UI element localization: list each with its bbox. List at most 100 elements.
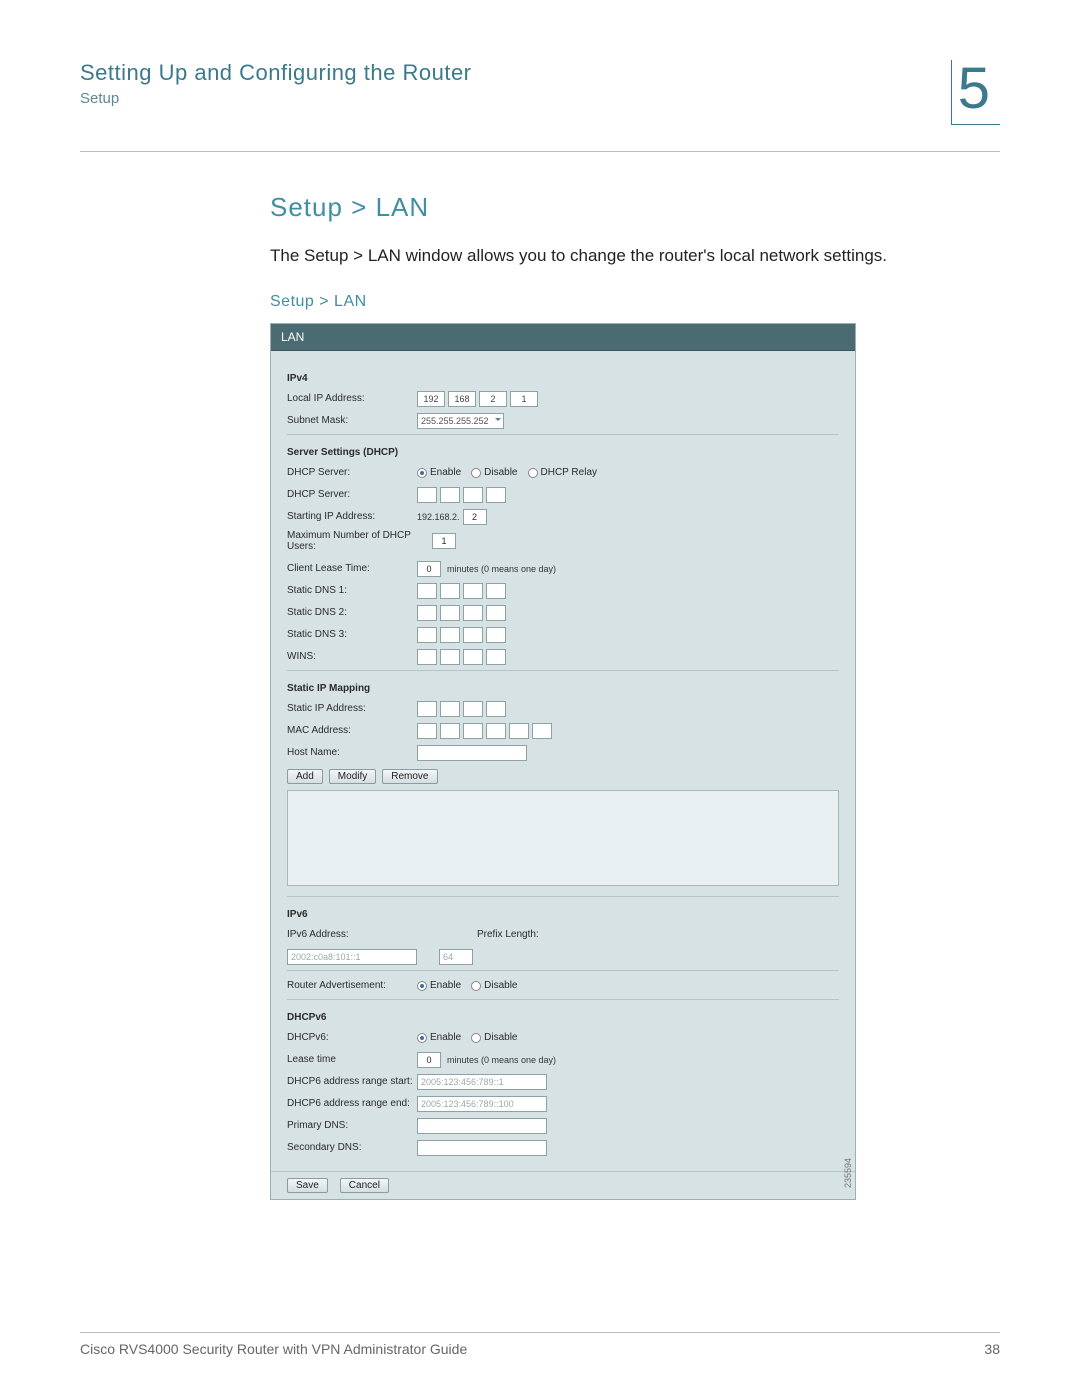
local-ip-octet-2[interactable]: 168	[448, 391, 476, 407]
cancel-button[interactable]: Cancel	[340, 1178, 389, 1193]
dhcp-relay-ip-3[interactable]	[463, 487, 483, 503]
dhcp-relay-radio[interactable]	[528, 468, 538, 478]
dns1-3[interactable]	[463, 583, 483, 599]
mac-1[interactable]	[417, 723, 437, 739]
dhcp-relay-ip-1[interactable]	[417, 487, 437, 503]
dhcp-enable-radio[interactable]	[417, 468, 427, 478]
dns1-2[interactable]	[440, 583, 460, 599]
footer-page-number: 38	[984, 1341, 1000, 1357]
static-ip-mapping-heading: Static IP Mapping	[287, 679, 839, 694]
ipv6-heading: IPv6	[287, 905, 839, 920]
local-ip-octet-3[interactable]: 2	[479, 391, 507, 407]
ipv6-addr-label: IPv6 Address:	[287, 929, 437, 940]
secondary-dns-label: Secondary DNS:	[287, 1142, 417, 1153]
static-ip-listbox[interactable]	[287, 790, 839, 886]
client-lease-label: Client Lease Time:	[287, 563, 417, 574]
dhcp6-start-label: DHCP6 address range start:	[287, 1076, 417, 1087]
server-settings-heading: Server Settings (DHCP)	[287, 443, 839, 458]
ra-enable-text: Enable	[430, 980, 461, 991]
divider	[287, 670, 839, 671]
mac-5[interactable]	[509, 723, 529, 739]
image-watermark: 235594	[843, 1158, 853, 1188]
wins-2[interactable]	[440, 649, 460, 665]
chapter-title: Setting Up and Configuring the Router	[80, 60, 472, 86]
lan-config-screenshot: LAN IPv4 Local IP Address: 192 168 2 1 S…	[270, 323, 856, 1200]
dns3-1[interactable]	[417, 627, 437, 643]
remove-button[interactable]: Remove	[382, 769, 437, 784]
ra-disable-radio[interactable]	[471, 981, 481, 991]
client-lease-suffix: minutes (0 means one day)	[447, 564, 556, 574]
host-name-input[interactable]	[417, 745, 527, 761]
subnet-mask-label: Subnet Mask:	[287, 415, 417, 426]
starting-ip-input[interactable]: 2	[463, 509, 487, 525]
local-ip-octet-1[interactable]: 192	[417, 391, 445, 407]
dns2-2[interactable]	[440, 605, 460, 621]
dhcp6-end-label: DHCP6 address range end:	[287, 1098, 417, 1109]
add-button[interactable]: Add	[287, 769, 323, 784]
dhcp6-end-input[interactable]: 2005:123:456:789::100	[417, 1096, 547, 1112]
mac-2[interactable]	[440, 723, 460, 739]
dns3-2[interactable]	[440, 627, 460, 643]
sip-2[interactable]	[440, 701, 460, 717]
dhcp6-start-input[interactable]: 2005:123:456:789::1	[417, 1074, 547, 1090]
dns2-4[interactable]	[486, 605, 506, 621]
prefix-len-input[interactable]: 64	[439, 949, 473, 965]
secondary-dns-input[interactable]	[417, 1140, 547, 1156]
dns1-1[interactable]	[417, 583, 437, 599]
wins-4[interactable]	[486, 649, 506, 665]
sip-4[interactable]	[486, 701, 506, 717]
sip-1[interactable]	[417, 701, 437, 717]
starting-ip-label: Starting IP Address:	[287, 511, 417, 522]
dhcp-server-label: DHCP Server:	[287, 467, 417, 478]
subnet-mask-select[interactable]: 255.255.255.252	[417, 413, 504, 429]
modify-button[interactable]: Modify	[329, 769, 376, 784]
static-dns2-label: Static DNS 2:	[287, 607, 417, 618]
dns2-1[interactable]	[417, 605, 437, 621]
sip-3[interactable]	[463, 701, 483, 717]
mac-4[interactable]	[486, 723, 506, 739]
mac-6[interactable]	[532, 723, 552, 739]
dns3-4[interactable]	[486, 627, 506, 643]
starting-ip-prefix: 192.168.2.	[417, 512, 460, 522]
save-button[interactable]: Save	[287, 1178, 328, 1193]
dhcp-disable-radio[interactable]	[471, 468, 481, 478]
dhcp-disable-text: Disable	[484, 467, 517, 478]
prefix-len-label: Prefix Length:	[477, 929, 539, 940]
dhcpv6-enable-radio[interactable]	[417, 1033, 427, 1043]
dhcpv6-disable-text: Disable	[484, 1032, 517, 1043]
chapter-subtitle: Setup	[80, 90, 472, 107]
mac-3[interactable]	[463, 723, 483, 739]
ipv4-heading: IPv4	[287, 369, 839, 384]
section-description: The Setup > LAN window allows you to cha…	[270, 243, 910, 269]
dns1-4[interactable]	[486, 583, 506, 599]
lease-time-suffix: minutes (0 means one day)	[447, 1055, 556, 1065]
panel-caption: Setup > LAN	[270, 293, 1000, 311]
ipv6-addr-input[interactable]: 2002:c0a8:101::1	[287, 949, 417, 965]
lease-time-input[interactable]: 0	[417, 1052, 441, 1068]
client-lease-input[interactable]: 0	[417, 561, 441, 577]
host-name-label: Host Name:	[287, 747, 417, 758]
static-dns1-label: Static DNS 1:	[287, 585, 417, 596]
max-users-input[interactable]: 1	[432, 533, 456, 549]
ra-enable-radio[interactable]	[417, 981, 427, 991]
dhcpv6-enable-text: Enable	[430, 1032, 461, 1043]
dns3-3[interactable]	[463, 627, 483, 643]
lease-time-label: Lease time	[287, 1054, 417, 1065]
divider	[287, 434, 839, 435]
dns2-3[interactable]	[463, 605, 483, 621]
wins-1[interactable]	[417, 649, 437, 665]
primary-dns-input[interactable]	[417, 1118, 547, 1134]
ra-disable-text: Disable	[484, 980, 517, 991]
footer-doc-title: Cisco RVS4000 Security Router with VPN A…	[80, 1341, 467, 1357]
section-heading: Setup > LAN	[270, 192, 1000, 223]
max-users-label: Maximum Number of DHCP Users:	[287, 530, 432, 552]
local-ip-octet-4[interactable]: 1	[510, 391, 538, 407]
dhcp-relay-ip-2[interactable]	[440, 487, 460, 503]
wins-3[interactable]	[463, 649, 483, 665]
dhcpv6-label: DHCPv6:	[287, 1032, 417, 1043]
dhcp-server2-label: DHCP Server:	[287, 489, 417, 500]
dhcp-relay-ip-4[interactable]	[486, 487, 506, 503]
local-ip-label: Local IP Address:	[287, 393, 417, 404]
dhcpv6-disable-radio[interactable]	[471, 1033, 481, 1043]
router-adv-label: Router Advertisement:	[287, 980, 417, 991]
